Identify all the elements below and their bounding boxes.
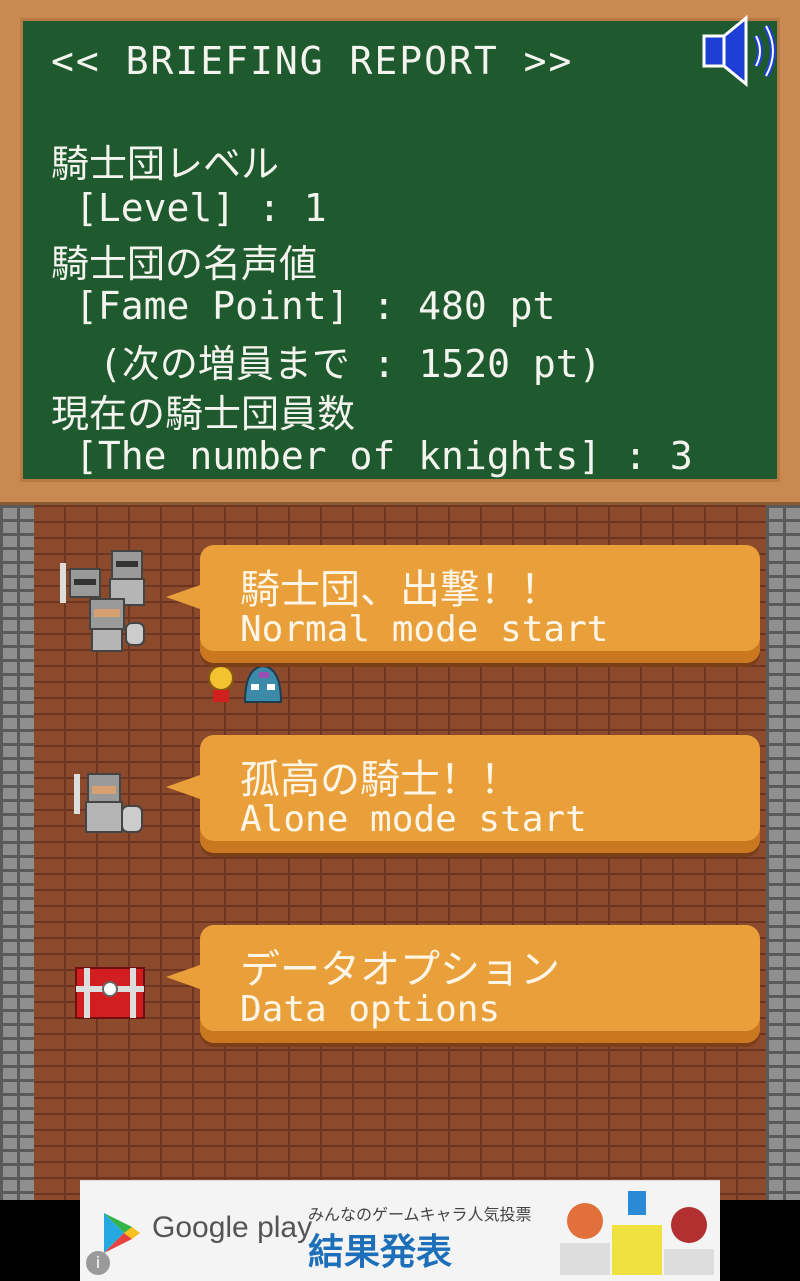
ad-headline-small: みんなのゲームキャラ人気投票 xyxy=(308,1205,532,1224)
level-value: [Level] : 1 xyxy=(75,186,327,230)
ad-banner[interactable]: Google play みんなのゲームキャラ人気投票 結果発表 i xyxy=(80,1180,720,1281)
ad-podium-illustration xyxy=(560,1191,714,1275)
fame-value: [Fame Point] : 480 pt xyxy=(75,284,556,328)
alone-mode-label-en: Alone mode start xyxy=(240,799,587,840)
briefing-board-frame: << BRIEFING REPORT >> 騎士団レベル [Level] : 1… xyxy=(0,0,800,505)
knight-party-icon xyxy=(60,550,145,652)
stone-pillar-left xyxy=(0,505,34,1200)
level-label-jp: 騎士団レベル xyxy=(51,142,280,186)
lone-knight-icon xyxy=(74,773,143,833)
google-play-icon xyxy=(104,1213,140,1253)
ad-brand: Google play xyxy=(152,1211,313,1244)
normal-mode-button[interactable]: 騎士団、出撃！！ Normal mode start xyxy=(166,545,760,663)
normal-mode-label-en: Normal mode start xyxy=(240,609,609,650)
data-options-button[interactable]: データオプション Data options xyxy=(166,925,760,1043)
normal-mode-label-jp: 騎士団、出撃！！ xyxy=(240,567,560,613)
data-options-label-en: Data options xyxy=(240,989,501,1030)
briefing-board: << BRIEFING REPORT >> 騎士団レベル [Level] : 1… xyxy=(20,18,780,482)
alone-mode-button[interactable]: 孤高の騎士！！ Alone mode start xyxy=(166,735,760,853)
next-recruit-value: (次の増員まで : 1520 pt) xyxy=(99,342,602,386)
knights-count: [The number of knights] : 3 xyxy=(75,434,693,478)
fame-label-jp: 騎士団の名声値 xyxy=(51,242,318,286)
speaker-icon xyxy=(702,14,776,88)
ad-info-icon[interactable]: i xyxy=(86,1251,110,1275)
knights-label-jp: 現在の騎士団員数 xyxy=(51,392,356,436)
treasure-chest-icon xyxy=(75,967,145,1019)
briefing-title: << BRIEFING REPORT >> xyxy=(51,39,574,83)
medal-and-slime-icon xyxy=(208,664,283,703)
sound-toggle-button[interactable] xyxy=(700,10,790,92)
alone-mode-label-jp: 孤高の騎士！！ xyxy=(240,757,520,803)
data-options-label-jp: データオプション xyxy=(240,947,560,993)
ad-headline-big: 結果発表 xyxy=(308,1232,453,1273)
stone-pillar-right xyxy=(766,505,800,1200)
